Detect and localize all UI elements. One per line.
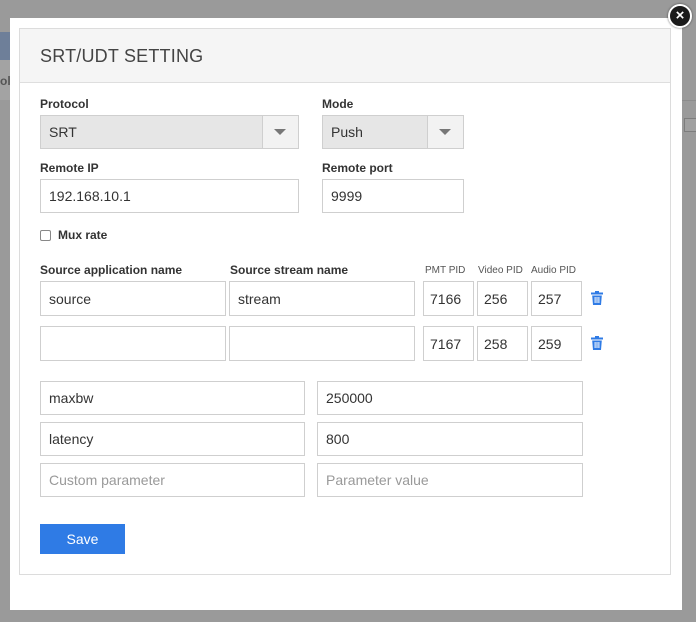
param-name-value: maxbw [49, 390, 94, 406]
parameter-value-input[interactable]: Parameter value [317, 463, 583, 497]
param-value-input[interactable]: 800 [317, 422, 583, 456]
pmt-pid-header: PMT PID [425, 265, 466, 276]
remote-port-value: 9999 [331, 188, 363, 204]
mode-label: Mode [322, 97, 354, 111]
pmt-pid-value: 7166 [430, 290, 462, 307]
video-pid-value: 256 [484, 290, 508, 307]
pmt-pid-input[interactable]: 7166 [423, 281, 474, 316]
trash-icon[interactable] [591, 336, 603, 350]
dialog-title: SRT/UDT SETTING [40, 46, 204, 66]
mode-select[interactable]: Push [322, 115, 464, 149]
source-stream-input[interactable] [229, 326, 415, 361]
audio-pid-input[interactable]: 259 [531, 326, 582, 361]
trash-icon[interactable] [591, 291, 603, 305]
param-value-value: 800 [326, 431, 350, 447]
protocol-label: Protocol [40, 97, 89, 111]
source-stream-header: Source stream name [230, 263, 349, 277]
source-stream-value: stream [238, 290, 281, 307]
pmt-pid-value: 7167 [430, 335, 462, 352]
chevron-down-icon[interactable] [262, 116, 298, 148]
remote-ip-input[interactable]: 192.168.10.1 [40, 179, 299, 213]
srt-udt-setting-dialog: SRT/UDT SETTING Protocol SRT Mode Push R… [10, 18, 682, 610]
audio-pid-value: 257 [538, 290, 562, 307]
video-pid-value: 258 [484, 335, 508, 352]
custom-parameter-input[interactable]: Custom parameter [40, 463, 305, 497]
param-name-input[interactable]: maxbw [40, 381, 305, 415]
audio-pid-header: Audio PID [531, 265, 577, 276]
protocol-value: SRT [49, 124, 77, 140]
parameter-value-placeholder: Parameter value [326, 472, 429, 488]
save-button[interactable]: Save [40, 524, 125, 554]
remote-ip-value: 192.168.10.1 [49, 188, 131, 204]
remote-port-label: Remote port [322, 161, 393, 175]
background-control [684, 118, 696, 132]
dialog-header: SRT/UDT SETTING [20, 29, 670, 83]
source-stream-input[interactable]: stream [229, 281, 415, 316]
source-app-value: source [49, 290, 92, 307]
param-value-value: 250000 [326, 390, 373, 406]
pmt-pid-input[interactable]: 7167 [423, 326, 474, 361]
source-app-input[interactable] [40, 326, 226, 361]
remote-ip-label: Remote IP [40, 161, 99, 175]
custom-parameter-placeholder: Custom parameter [49, 472, 165, 488]
audio-pid-input[interactable]: 257 [531, 281, 582, 316]
video-pid-input[interactable]: 256 [477, 281, 528, 316]
param-name-value: latency [49, 431, 94, 447]
remote-port-input[interactable]: 9999 [322, 179, 464, 213]
chevron-down-icon[interactable] [427, 116, 463, 148]
mode-value: Push [331, 124, 363, 140]
param-name-input[interactable]: latency [40, 422, 305, 456]
source-app-header: Source application name [40, 263, 183, 277]
protocol-select[interactable]: SRT [40, 115, 299, 149]
source-app-input[interactable]: source [40, 281, 226, 316]
video-pid-input[interactable]: 258 [477, 326, 528, 361]
mux-rate-label: Mux rate [58, 228, 108, 242]
param-value-input[interactable]: 250000 [317, 381, 583, 415]
audio-pid-value: 259 [538, 335, 562, 352]
close-circle-icon[interactable]: × [668, 4, 692, 28]
mux-rate-checkbox[interactable] [40, 230, 51, 241]
background-divider [682, 100, 696, 101]
video-pid-header: Video PID [478, 265, 523, 276]
